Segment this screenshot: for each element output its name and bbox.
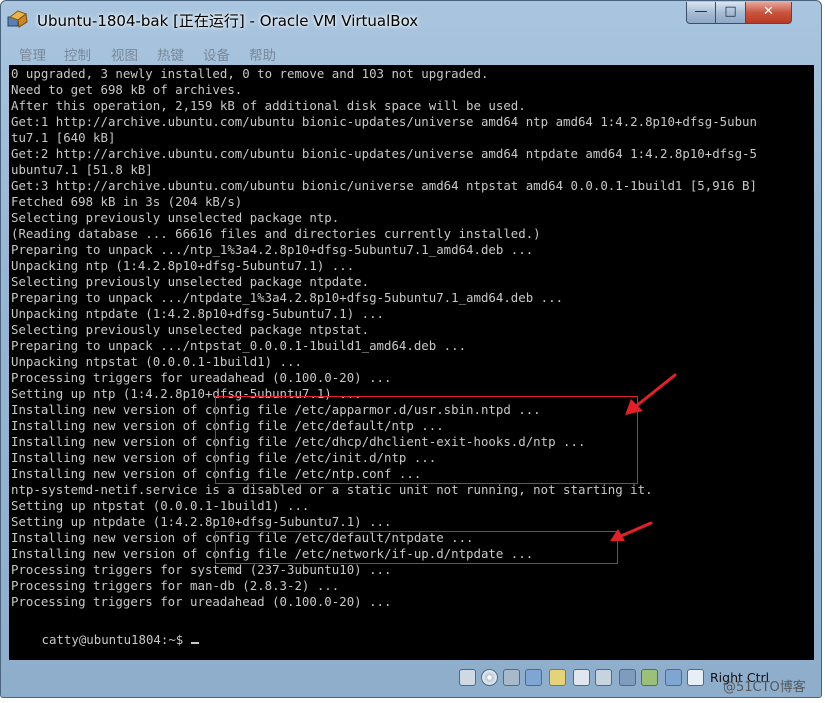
menu-control[interactable]: 控制 — [64, 44, 91, 64]
terminal-line: Processing triggers for ureadahead (0.10… — [11, 370, 392, 385]
optical-disk-icon[interactable] — [481, 669, 498, 686]
terminal-line: ubuntu7.1 [51.8 kB] — [11, 162, 153, 177]
virtualbox-window: Ubuntu-1804-bak [正在运行] - Oracle VM Virtu… — [0, 0, 822, 698]
title-bar[interactable]: Ubuntu-1804-bak [正在运行] - Oracle VM Virtu… — [1, 1, 821, 37]
terminal-line: Unpacking ntpstat (0.0.0.1-1build1) ... — [11, 354, 302, 369]
terminal-line: Unpacking ntpdate (1:4.2.8p10+dfsg-5ubun… — [11, 306, 384, 321]
terminal-line: Fetched 698 kB in 3s (204 kB/s) — [11, 194, 243, 209]
terminal-line: Get:2 http://archive.ubuntu.com/ubuntu b… — [11, 146, 757, 161]
minimize-button[interactable]: — — [686, 2, 716, 24]
highlight-box-ntp-config — [215, 396, 638, 484]
terminal-line: After this operation, 2,159 kB of additi… — [11, 98, 526, 113]
video-capture-icon[interactable] — [595, 669, 612, 686]
watermark: @51CTO博客 — [723, 680, 806, 695]
terminal-line: Selecting previously unselected package … — [11, 322, 370, 337]
shared-folder-icon[interactable] — [549, 669, 566, 686]
hard-disk-icon[interactable] — [459, 669, 476, 686]
keyboard-capture-icon[interactable] — [665, 669, 682, 686]
annotation-arrow-icon — [625, 373, 677, 415]
terminal-line: Unpacking ntp (1:4.2.8p10+dfsg-5ubuntu7.… — [11, 258, 355, 273]
terminal-line: Selecting previously unselected package … — [11, 210, 340, 225]
menu-hotkeys[interactable]: 热键 — [157, 44, 184, 64]
host-key-arrow-icon — [687, 669, 704, 686]
terminal-line: Preparing to unpack .../ntp_1%3a4.2.8p10… — [11, 242, 534, 257]
terminal-line: Preparing to unpack .../ntpdate_1%3a4.2.… — [11, 290, 564, 305]
terminal-line: Need to get 698 kB of archives. — [11, 82, 243, 97]
status-bar: Right Ctrl — [1, 663, 821, 695]
display-icon[interactable] — [573, 669, 590, 686]
menu-view[interactable]: 视图 — [111, 44, 138, 64]
menu-manage[interactable]: 管理 — [19, 44, 46, 64]
terminal-line: Processing triggers for systemd (237-3ub… — [11, 562, 392, 577]
terminal-line: Get:3 http://archive.ubuntu.com/ubuntu b… — [11, 178, 757, 193]
terminal-line: (Reading database ... 66616 files and di… — [11, 226, 541, 241]
menu-help[interactable]: 帮助 — [249, 44, 276, 64]
close-button[interactable]: ✕ — [746, 2, 792, 24]
network-icon[interactable] — [525, 669, 542, 686]
terminal-line: Setting up ntpstat (0.0.0.1-1build1) ... — [11, 498, 310, 513]
annotation-arrow-icon — [610, 521, 653, 541]
virtualization-icon[interactable] — [619, 669, 636, 686]
terminal-line: Processing triggers for ureadahead (0.10… — [11, 594, 392, 609]
terminal-line: 0 upgraded, 3 newly installed, 0 to remo… — [11, 66, 489, 81]
terminal-line: ntp-systemd-netif.service is a disabled … — [11, 482, 653, 497]
maximize-button[interactable]: □ — [716, 2, 746, 24]
window-title: Ubuntu-1804-bak [正在运行] - Oracle VM Virtu… — [37, 12, 419, 30]
terminal-line: Setting up ntpdate (1:4.2.8p10+dfsg-5ubu… — [11, 514, 392, 529]
usb-icon[interactable] — [503, 669, 520, 686]
mouse-integration-icon[interactable] — [641, 669, 658, 686]
terminal-line: tu7.1 [640 kB] — [11, 130, 116, 145]
terminal-line: Selecting previously unselected package … — [11, 274, 370, 289]
highlight-box-ntpdate-config — [215, 531, 618, 564]
terminal-line: Get:1 http://archive.ubuntu.com/ubuntu b… — [11, 114, 757, 129]
shell-prompt: catty@ubuntu1804:~$ — [41, 632, 191, 647]
vm-screen[interactable]: 0 upgraded, 3 newly installed, 0 to remo… — [9, 65, 814, 660]
text-cursor — [190, 642, 199, 644]
terminal-line: Processing triggers for man-db (2.8.3-2)… — [11, 578, 340, 593]
menu-devices[interactable]: 设备 — [203, 44, 230, 64]
virtualbox-app-icon — [7, 10, 28, 28]
terminal-line: Preparing to unpack .../ntpstat_0.0.0.1-… — [11, 338, 467, 353]
prompt-row: catty@ubuntu1804:~$ — [11, 610, 199, 647]
